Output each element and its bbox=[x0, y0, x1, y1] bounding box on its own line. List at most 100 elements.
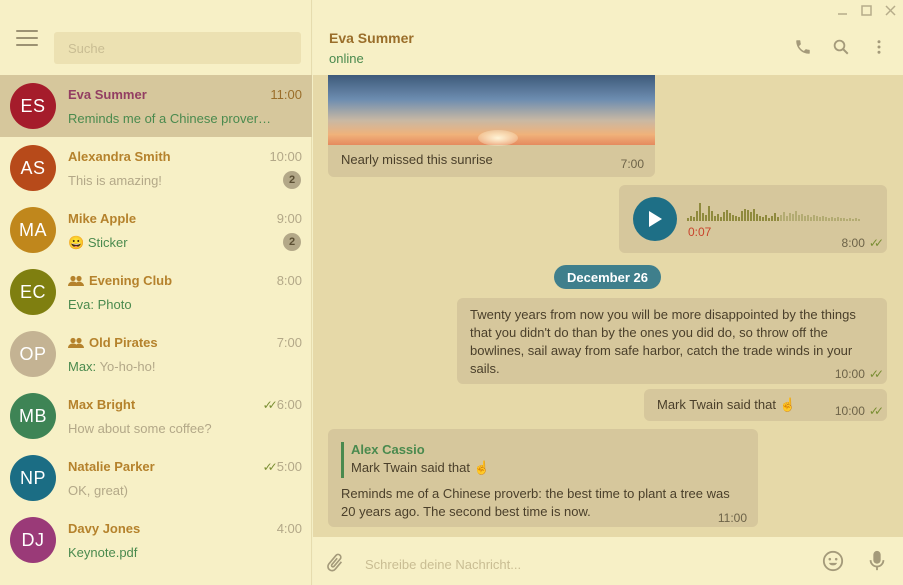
waveform-bar bbox=[735, 216, 737, 221]
waveform-bar bbox=[702, 213, 704, 221]
read-check-icon: ✓✓ bbox=[262, 459, 278, 474]
chat-item-alexandra-smith[interactable]: AS Alexandra Smith 10:00 This is amazing… bbox=[0, 137, 312, 199]
waveform-bar bbox=[753, 209, 755, 221]
window-controls bbox=[835, 3, 897, 17]
group-icon bbox=[68, 337, 84, 349]
message-time: 7:00 bbox=[620, 157, 644, 171]
chat-item-mike-apple[interactable]: MA Mike Apple 9:00 😀 Sticker 2 bbox=[0, 199, 312, 261]
chat-name: Mike Apple bbox=[68, 211, 137, 226]
avatar: ES bbox=[10, 83, 56, 129]
waveform-bar bbox=[723, 212, 725, 221]
waveform-bar bbox=[708, 206, 710, 221]
waveform-bar bbox=[765, 215, 767, 221]
waveform-bar bbox=[798, 215, 800, 221]
waveform-bar bbox=[780, 215, 782, 221]
close-icon[interactable] bbox=[883, 3, 897, 17]
message-list[interactable]: Nearly missed this sunrise 7:00 0:07 8:0… bbox=[313, 75, 903, 537]
date-separator: December 26 bbox=[554, 265, 661, 289]
message-time: 10:00 ✓✓ bbox=[834, 404, 884, 418]
chat-time: 11:00 bbox=[270, 87, 302, 102]
waveform-bar bbox=[801, 214, 803, 221]
message-text: Reminds me of a Chinese proverb: the bes… bbox=[341, 486, 730, 519]
chat-time: 9:00 bbox=[276, 211, 302, 226]
waveform-bar bbox=[810, 217, 812, 221]
chat-time: 4:00 bbox=[276, 521, 302, 536]
avatar: EC bbox=[10, 269, 56, 315]
waveform-bar bbox=[759, 216, 761, 221]
message-input[interactable]: Schreibe deine Nachricht... bbox=[365, 557, 521, 572]
waveform-bar bbox=[756, 214, 758, 221]
chat-time: ✓✓ 6:00 bbox=[262, 397, 302, 412]
waveform-bar bbox=[747, 210, 749, 221]
waveform-bar bbox=[837, 217, 839, 221]
chat-item-old-pirates[interactable]: OP Old Pirates 7:00 Max: Yo-ho-ho! bbox=[0, 323, 312, 385]
waveform-bar bbox=[816, 216, 818, 221]
search-input[interactable]: Suche bbox=[54, 32, 301, 64]
waveform-bar bbox=[792, 214, 794, 221]
phone-icon[interactable] bbox=[793, 37, 813, 57]
maximize-icon[interactable] bbox=[859, 3, 873, 17]
read-check-icon: ✓✓ bbox=[262, 397, 278, 412]
waveform-bar bbox=[687, 218, 689, 221]
waveform-bar bbox=[717, 214, 719, 221]
microphone-icon[interactable] bbox=[865, 549, 889, 573]
chat-item-davy-jones[interactable]: DJ Davy Jones 4:00 Keynote.pdf bbox=[0, 509, 312, 571]
chat-name: Evening Club bbox=[68, 273, 172, 288]
waveform-bar bbox=[855, 218, 857, 221]
photo-caption: Nearly missed this sunrise bbox=[341, 152, 493, 167]
waveform-bar bbox=[705, 215, 707, 221]
peer-name[interactable]: Eva Summer bbox=[329, 30, 414, 46]
waveform-bar bbox=[804, 216, 806, 221]
sunrise-photo[interactable] bbox=[328, 75, 655, 146]
chat-preview: Keynote.pdf bbox=[68, 545, 138, 560]
reply-indicator bbox=[341, 442, 344, 478]
waveform-bar bbox=[834, 218, 836, 221]
voice-duration: 0:07 bbox=[688, 225, 712, 239]
chat-preview: 😀 Sticker bbox=[68, 235, 128, 250]
message-text: Mark Twain said that ☝️ bbox=[657, 397, 796, 412]
message-text: Twenty years from now you will be more d… bbox=[470, 307, 856, 376]
search-icon[interactable] bbox=[831, 37, 851, 57]
attach-icon[interactable] bbox=[323, 551, 347, 575]
waveform-bar bbox=[738, 217, 740, 221]
read-check-icon: ✓✓ bbox=[868, 367, 884, 381]
chat-preview: How about some coffee? bbox=[68, 421, 212, 436]
waveform-bar bbox=[828, 218, 830, 221]
conversation-pane: Eva Summer online Nearly missed this sun… bbox=[313, 0, 903, 585]
waveform-bar bbox=[843, 218, 845, 221]
outgoing-message: Mark Twain said that ☝️ 10:00 ✓✓ bbox=[644, 389, 887, 421]
reply-author[interactable]: Alex Cassio bbox=[351, 441, 425, 459]
chat-item-evening-club[interactable]: EC Evening Club 8:00 Eva: Photo bbox=[0, 261, 312, 323]
chat-preview: This is amazing! bbox=[68, 173, 162, 188]
chat-name: Alexandra Smith bbox=[68, 149, 171, 164]
more-icon[interactable] bbox=[869, 37, 889, 57]
waveform-bar bbox=[813, 215, 815, 221]
waveform-bar bbox=[714, 216, 716, 221]
avatar: OP bbox=[10, 331, 56, 377]
voice-waveform[interactable] bbox=[687, 199, 887, 221]
chat-name: Eva Summer bbox=[68, 87, 147, 102]
grin-emoji-icon: 😀 bbox=[68, 235, 85, 250]
emoji-icon[interactable] bbox=[821, 549, 845, 573]
waveform-bar bbox=[699, 203, 701, 221]
play-button[interactable] bbox=[633, 197, 677, 241]
voice-message: 0:07 8:00 ✓✓ bbox=[619, 185, 887, 253]
waveform-bar bbox=[690, 216, 692, 221]
avatar: AS bbox=[10, 145, 56, 191]
waveform-bar bbox=[711, 211, 713, 221]
waveform-bar bbox=[750, 212, 752, 221]
chat-item-eva-summer[interactable]: ES Eva Summer 11:00 Reminds me of a Chin… bbox=[0, 75, 312, 137]
chat-item-max-bright[interactable]: MB Max Bright ✓✓ 6:00 How about some cof… bbox=[0, 385, 312, 447]
chat-item-natalie-parker[interactable]: NP Natalie Parker ✓✓ 5:00 OK, great) bbox=[0, 447, 312, 509]
peer-status: online bbox=[329, 51, 364, 66]
waveform-bar bbox=[741, 211, 743, 221]
chat-name: Old Pirates bbox=[68, 335, 158, 350]
avatar: MA bbox=[10, 207, 56, 253]
reply-quoted-text: Mark Twain said that ☝️ bbox=[351, 460, 490, 475]
message-time: 11:00 bbox=[717, 511, 747, 525]
minimize-icon[interactable] bbox=[835, 3, 849, 17]
chat-time: 10:00 bbox=[269, 149, 302, 164]
waveform-bar bbox=[744, 209, 746, 221]
menu-icon[interactable] bbox=[16, 29, 38, 46]
photo-message[interactable]: Nearly missed this sunrise 7:00 bbox=[328, 75, 655, 177]
